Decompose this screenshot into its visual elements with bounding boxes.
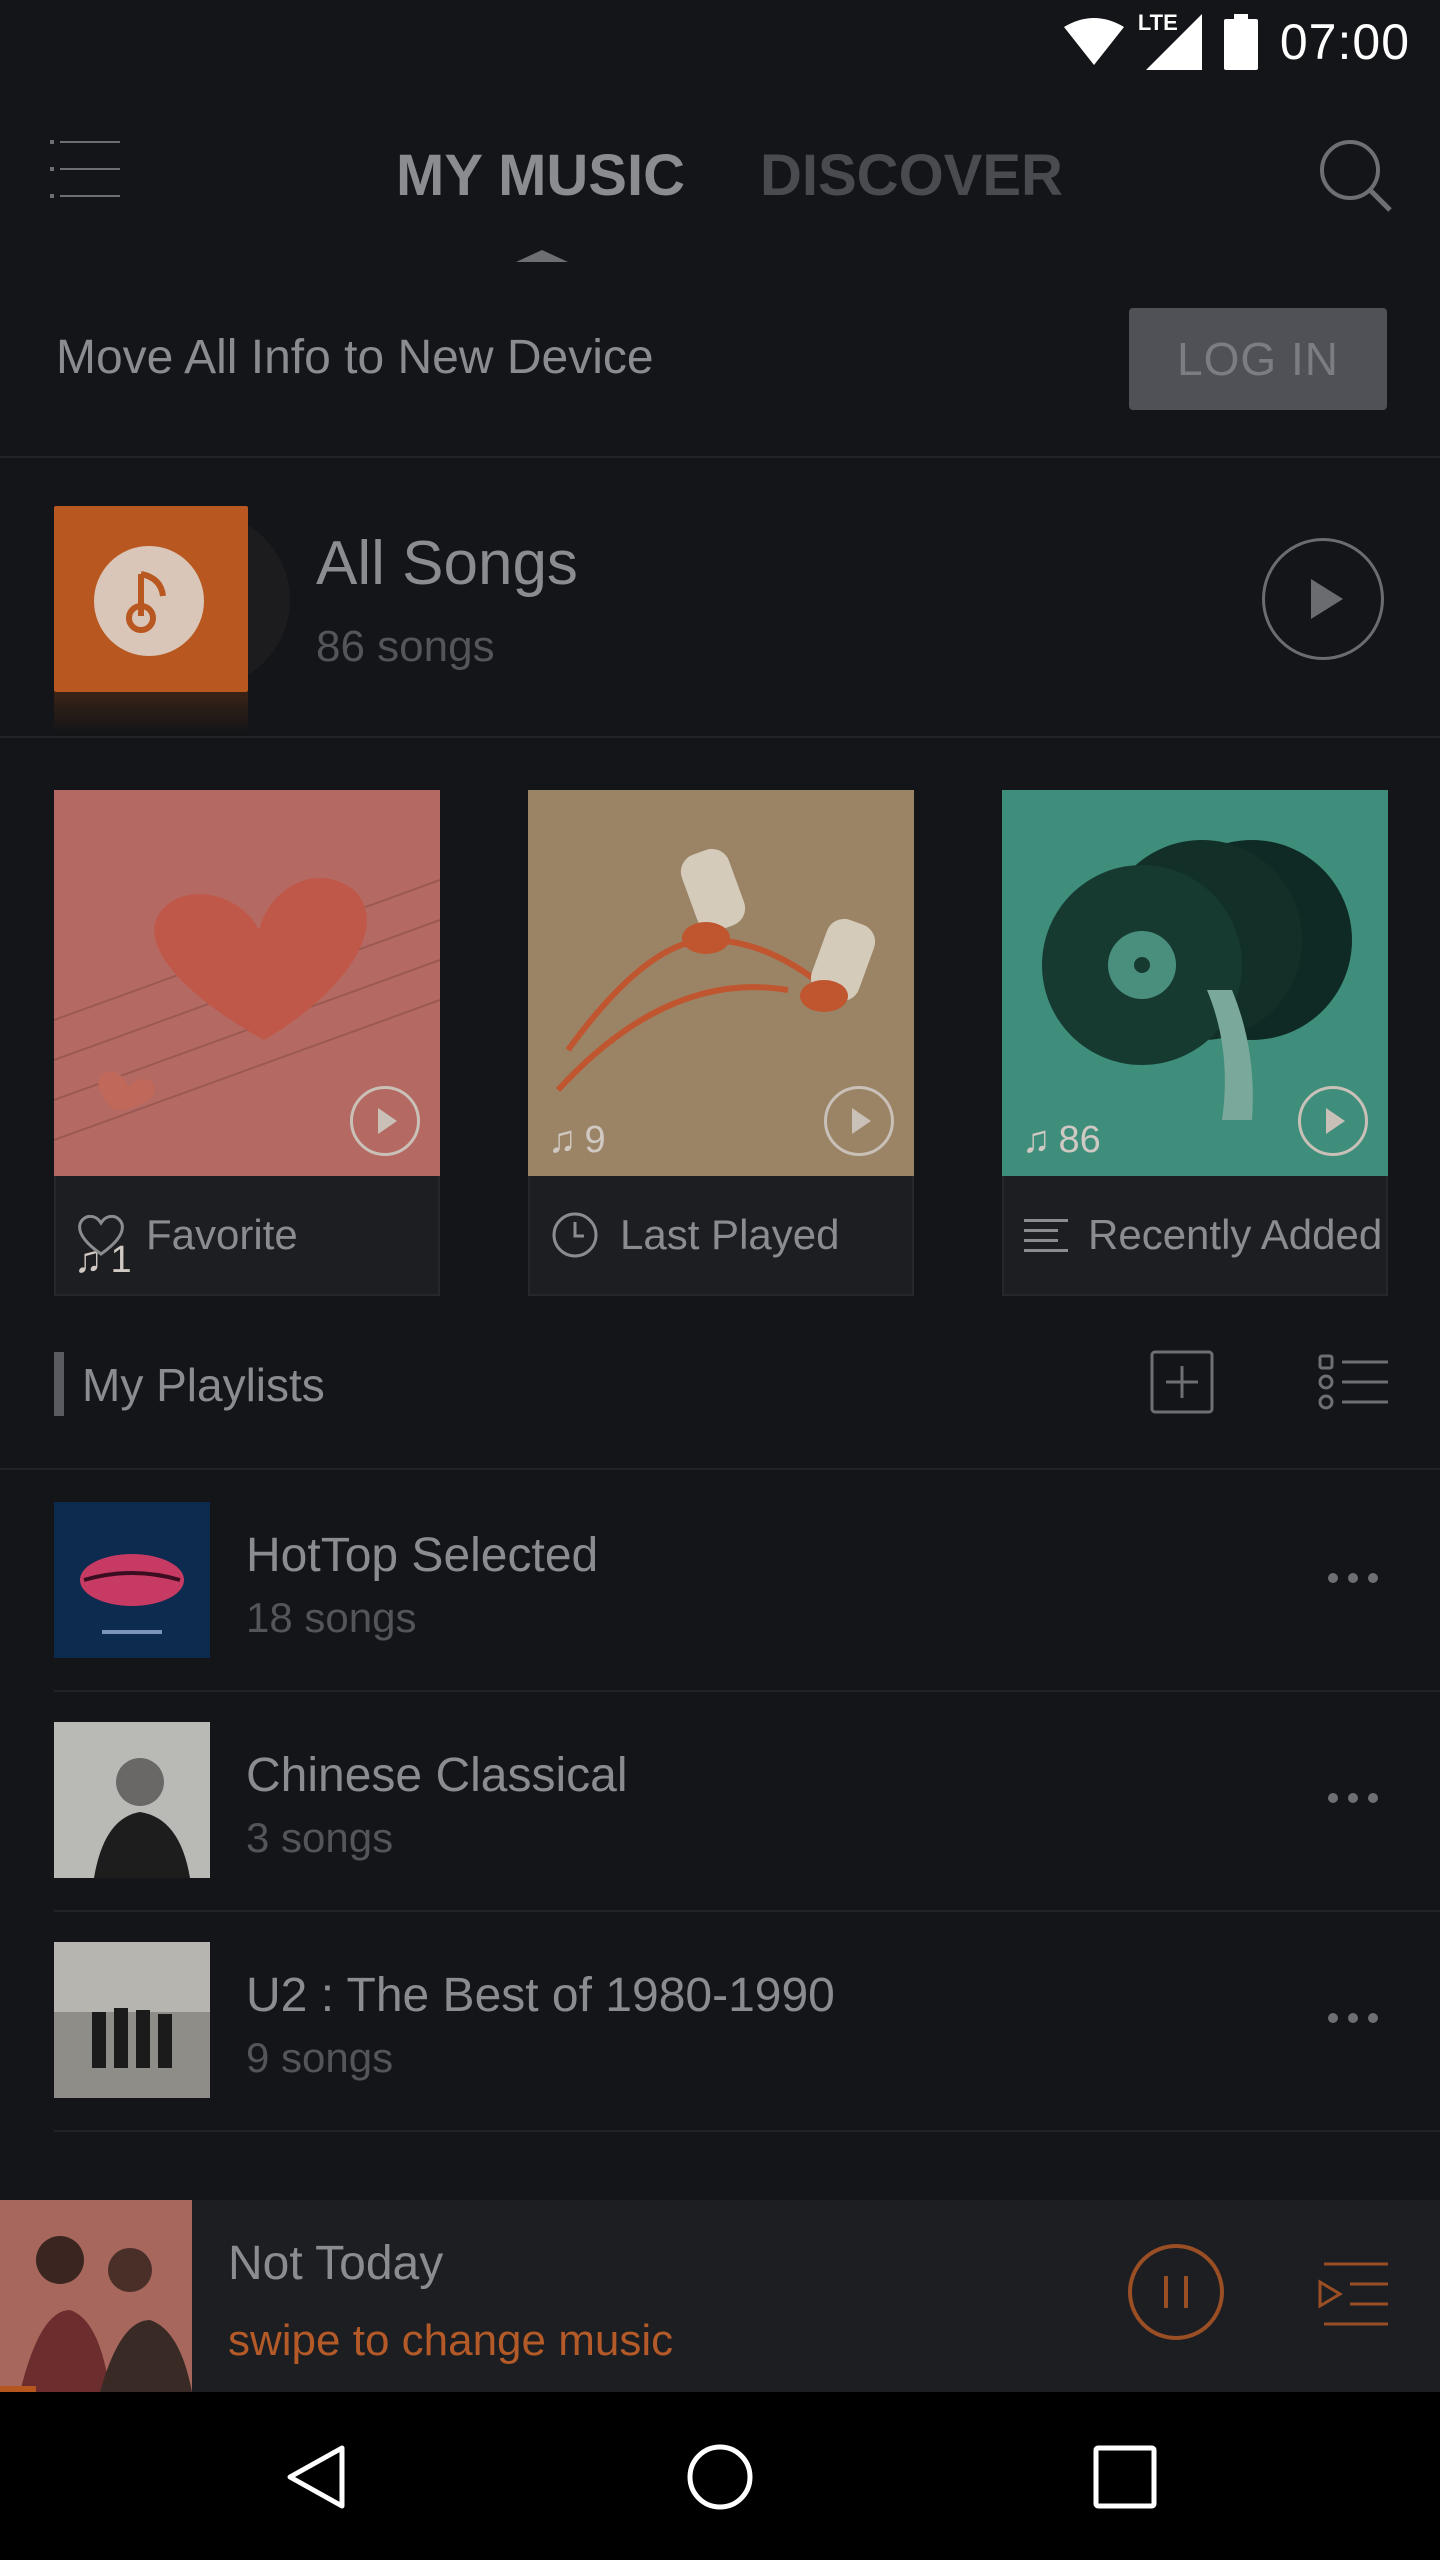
add-playlist-icon[interactable] [1150, 1350, 1214, 1414]
card-count: ♫ 86 [1022, 1119, 1101, 1162]
home-icon[interactable] [685, 2442, 755, 2512]
menu-icon[interactable] [50, 138, 122, 200]
playlists-header: My Playlists [0, 1320, 1440, 1470]
playlist-cover [54, 1502, 210, 1658]
playlist-cover [54, 1722, 210, 1878]
all-songs-row[interactable]: All Songs 86 songs [0, 460, 1440, 738]
recently-added-card[interactable]: ♫ 86 Recently Added [1002, 790, 1388, 1296]
play-all-button[interactable] [1262, 538, 1384, 660]
wifi-icon [1063, 18, 1124, 65]
list-icon [1024, 1219, 1068, 1252]
playlist-item[interactable]: U2 : The Best of 1980-1990 9 songs [0, 1912, 1440, 2132]
system-nav-bar [0, 2392, 1440, 2560]
music-note-icon: ♫ [1022, 1119, 1051, 1161]
playlist-count: 3 songs [246, 1814, 394, 1861]
card-count: ♫ 9 [548, 1119, 606, 1162]
all-songs-count: 86 songs [316, 622, 495, 671]
recently-added-count: 86 [1058, 1119, 1101, 1161]
last-played-card[interactable]: ♫ 9 Last Played [528, 790, 914, 1296]
heart-outline-icon [78, 1214, 124, 1256]
music-note-icon: ♫ [548, 1119, 577, 1161]
login-banner: Move All Info to New Device LOG IN [0, 260, 1440, 458]
back-icon[interactable] [282, 2442, 352, 2512]
all-songs-cover [54, 506, 248, 732]
pause-button[interactable] [1128, 2244, 1224, 2340]
last-played-label-row: Last Played [528, 1176, 914, 1296]
lte-signal-icon: LTE [1138, 10, 1202, 70]
recently-added-label: Recently Added [1088, 1211, 1383, 1258]
more-options-icon[interactable] [1326, 2008, 1380, 2028]
playlist-item[interactable]: Chinese Classical 3 songs [0, 1692, 1440, 1912]
network-label: LTE [1137, 10, 1178, 35]
favorite-label-row: Favorite [54, 1176, 440, 1296]
favorite-card[interactable]: ♫ 1 Favorite [54, 790, 440, 1296]
search-icon[interactable] [1316, 136, 1394, 214]
play-icon [378, 1108, 397, 1134]
music-note-icon [94, 546, 204, 656]
app-bar: MY MUSIC DISCOVER [0, 84, 1440, 262]
playlist-item[interactable]: HotTop Selected 18 songs [0, 1472, 1440, 1692]
recently-added-play-button[interactable] [1298, 1086, 1368, 1156]
pause-icon [1164, 2276, 1188, 2308]
now-playing-title: Not Today [228, 2237, 444, 2290]
recents-icon[interactable] [1090, 2442, 1160, 2512]
tab-discover[interactable]: DISCOVER [760, 142, 1063, 209]
now-playing-cover [0, 2200, 192, 2392]
tab-my-music[interactable]: MY MUSIC [396, 142, 685, 209]
now-playing-hint: swipe to change music [228, 2316, 674, 2365]
status-icons: LTE 07:00 [1063, 10, 1410, 74]
last-played-label: Last Played [620, 1211, 840, 1258]
more-options-icon[interactable] [1326, 1788, 1380, 1808]
recently-added-label-row: Recently Added [1002, 1176, 1388, 1296]
favorite-play-button[interactable] [350, 1086, 420, 1156]
status-bar: LTE 07:00 [0, 0, 1440, 84]
manage-playlists-icon[interactable] [1318, 1354, 1388, 1410]
status-time: 07:00 [1279, 14, 1410, 70]
more-options-icon[interactable] [1326, 1568, 1380, 1588]
play-icon [1326, 1108, 1345, 1134]
playlist-name: U2 : The Best of 1980-1990 [246, 1969, 835, 2022]
all-songs-title: All Songs [316, 529, 578, 598]
quick-access-cards: ♫ 1 Favorite ♫ 9 Last Played ♫ 86 Recent… [54, 790, 1388, 1296]
mini-player[interactable]: Not Today swipe to change music [0, 2200, 1440, 2392]
playlist-name: Chinese Classical [246, 1749, 628, 1802]
play-icon [852, 1108, 871, 1134]
playlists-title: My Playlists [82, 1359, 325, 1411]
last-played-count: 9 [584, 1119, 606, 1161]
login-banner-text: Move All Info to New Device [56, 331, 654, 384]
playlist-cover [54, 1942, 210, 2098]
row-divider [54, 2130, 1440, 2132]
clock-icon [552, 1212, 598, 1258]
favorite-label: Favorite [146, 1211, 298, 1258]
playlist-count: 9 songs [246, 2034, 394, 2081]
playlist-count: 18 songs [246, 1594, 417, 1641]
play-icon [1311, 579, 1343, 619]
cover-reflection [54, 692, 248, 732]
section-accent-bar [54, 1352, 64, 1416]
last-played-play-button[interactable] [824, 1086, 894, 1156]
play-queue-icon[interactable] [1316, 2260, 1388, 2328]
login-button[interactable]: LOG IN [1129, 308, 1387, 410]
playlist-name: HotTop Selected [246, 1529, 599, 1582]
battery-icon [1223, 14, 1258, 70]
